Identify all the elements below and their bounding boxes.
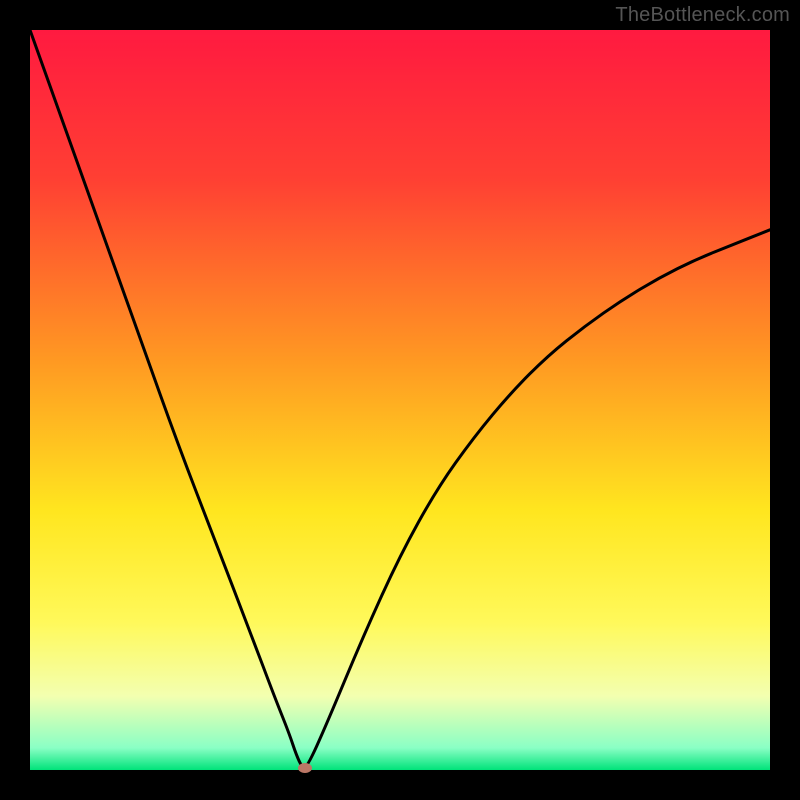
chart-plot-area [30, 30, 770, 770]
watermark-text: TheBottleneck.com [615, 4, 790, 27]
chart-curve-svg [30, 30, 770, 770]
bottleneck-curve [30, 30, 770, 767]
optimal-point-marker [298, 763, 312, 773]
chart-frame: TheBottleneck.com [0, 0, 800, 800]
